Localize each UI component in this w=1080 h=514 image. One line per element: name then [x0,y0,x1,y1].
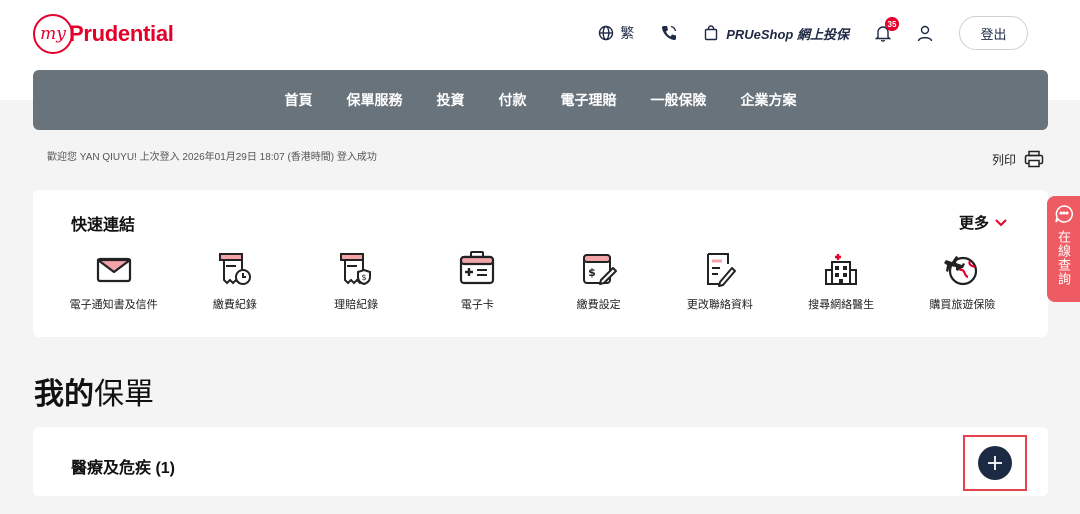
printer-icon [1024,150,1044,168]
prueshop-label: PRUeShop 網上投保 [726,26,849,42]
nav-corporate[interactable]: 企業方案 [741,90,797,110]
quick-link-label: 更改聯絡資料 [686,299,753,311]
nav-payment[interactable]: 付款 [499,90,527,110]
logo-my-mark: my [33,14,73,54]
quick-link-label: 搜尋網絡醫生 [808,299,875,311]
nav-general-insurance[interactable]: 一般保險 [651,90,707,110]
svg-text:$: $ [362,273,367,282]
policy-category-card: 醫療及危疾 (1) [33,427,1048,496]
notification-count-badge: 35 [885,17,899,31]
notifications-button[interactable]: 35 [875,17,899,42]
phone-icon [662,25,677,41]
more-label: 更多 [958,215,989,232]
prudential-logo[interactable]: my Prudential [33,14,174,54]
print-label: 列印 [991,152,1016,167]
more-toggle[interactable]: 更多 [959,212,1008,233]
language-switch[interactable]: 繁 [598,23,634,43]
top-actions: 繁 PRUeShop 網上投保 35 登出 [572,16,1028,50]
logout-button[interactable]: 登出 [959,16,1028,50]
quick-link-ecard[interactable]: 電子卡 [417,250,538,312]
quick-link-edit-contact[interactable]: 更改聯絡資料 [659,250,780,312]
profile-button[interactable] [917,25,933,42]
quick-links-card: 快速連結 更多 電子通知書及信件 繳費紀錄 $ 理賠紀錄 電子卡 $ 繳費設定 … [33,190,1048,337]
welcome-message: 歡迎您 YAN QIUYU! 上次登入 2026年01月29日 18:07 (香… [47,152,377,163]
quick-link-enotices[interactable]: 電子通知書及信件 [53,250,174,312]
quick-links-list: 電子通知書及信件 繳費紀錄 $ 理賠紀錄 電子卡 $ 繳費設定 更改聯絡資料 搜… [53,250,1023,312]
quick-link-claim-history[interactable]: $ 理賠紀錄 [296,250,417,312]
quick-link-label: 繳費紀錄 [212,299,257,311]
travel-icon [944,256,978,286]
quick-link-find-doctor[interactable]: 搜尋網絡醫生 [781,250,902,312]
expand-button[interactable] [978,446,1012,480]
chevron-down-icon [995,218,1007,226]
mail-icon [96,257,131,283]
print-button[interactable]: 列印 [992,150,1044,168]
online-enquiry-label: 在線查詢 [1056,230,1071,286]
logo-wordmark: Prudential [69,21,174,46]
my-policy-heading-bold: 我的 [34,378,94,411]
medical-card-icon [460,251,495,285]
shopping-bag-icon [705,25,718,41]
quick-link-label: 電子卡 [460,299,494,311]
chat-bubble-icon [1054,205,1073,223]
claim-history-icon: $ [340,253,372,286]
contact-phone[interactable] [660,24,678,42]
edit-contact-icon [706,253,736,287]
nav-home[interactable]: 首頁 [285,90,313,110]
quick-link-label: 購買旅遊保險 [929,299,996,311]
payment-settings-icon: $ [582,254,617,285]
my-policy-heading-light: 保單 [94,378,154,411]
nav-eclaims[interactable]: 電子理賠 [561,90,617,110]
language-label: 繁 [620,25,635,41]
globe-icon [599,25,614,41]
quick-link-label: 理賠紀錄 [334,299,379,311]
quick-link-payment-history[interactable]: 繳費紀錄 [174,250,295,312]
quick-link-travel-insurance[interactable]: 購買旅遊保險 [902,250,1023,312]
nav-investment[interactable]: 投資 [437,90,465,110]
svg-text:$: $ [588,266,596,279]
main-nav: 首頁 保單服務 投資 付款 電子理賠 一般保險 企業方案 [33,70,1048,130]
nav-policy-services[interactable]: 保單服務 [347,90,403,110]
plus-icon [988,456,1002,470]
quick-link-label: 電子通知書及信件 [69,299,158,311]
expand-highlight [963,435,1027,491]
online-enquiry-tab[interactable]: 在線查詢 [1047,196,1080,302]
prueshop-link[interactable]: PRUeShop 網上投保 [704,24,849,43]
payment-history-icon [218,253,251,285]
quick-link-payment-settings[interactable]: $ 繳費設定 [538,250,659,312]
policy-category-title: 醫療及危疾 (1) [71,460,176,477]
quick-links-title: 快速連結 [71,217,136,234]
hospital-icon [825,254,858,285]
user-icon [917,25,933,41]
quick-link-label: 繳費設定 [576,299,621,311]
my-policy-heading: 我的保單 [34,369,154,413]
